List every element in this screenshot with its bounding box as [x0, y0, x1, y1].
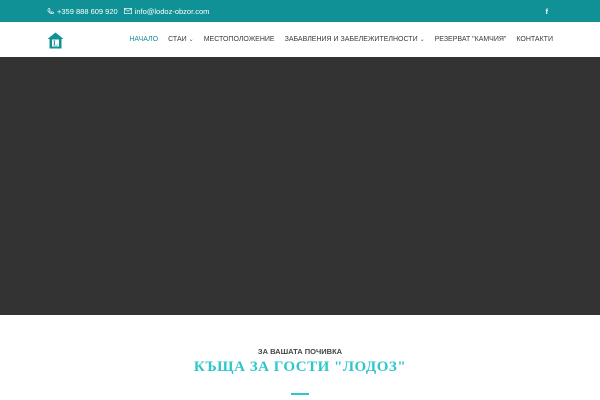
phone-link[interactable]: +359 888 609 920	[47, 7, 118, 16]
phone-icon	[47, 7, 54, 14]
email-address: info@lodoz-obzor.com	[134, 6, 210, 16]
phone-number: +359 888 609 920	[57, 6, 118, 16]
logo-letter: L	[53, 40, 58, 48]
top-bar: +359 888 609 920 info@lodoz-obzor.com f	[0, 0, 600, 22]
envelope-icon	[123, 8, 132, 14]
main-navbar: L НАЧАЛО СТАИ ⌄ МЕСТОПОЛОЖЕНИЕ ЗАБАВЛЕНИ…	[0, 22, 600, 57]
menu-item-location[interactable]: МЕСТОПОЛОЖЕНИЕ	[204, 36, 275, 43]
section-title: КЪЩА ЗА ГОСТИ "ЛОДОЗ"	[193, 359, 407, 375]
chevron-down-icon: ⌄	[419, 37, 425, 43]
menu-item-label: НАЧАЛО	[129, 36, 159, 43]
hero-slider	[0, 57, 600, 315]
social-links: f	[546, 0, 549, 22]
contact-info: +359 888 609 920 info@lodoz-obzor.com	[47, 0, 215, 22]
menu-item-attractions[interactable]: ЗАБАВЛЕНИЯ И ЗАБЕЛЕЖИТЕЛНОСТИ ⌄	[285, 36, 425, 43]
menu-item-label: РЕЗЕРВАТ "КАМЧИЯ"	[434, 36, 507, 43]
intro-section: ЗА ВАШАТА ПОЧИВКА КЪЩА ЗА ГОСТИ "ЛОДОЗ"	[0, 315, 600, 400]
menu-item-label: МЕСТОПОЛОЖЕНИЕ	[203, 36, 275, 43]
email-link[interactable]: info@lodoz-obzor.com	[123, 6, 210, 16]
house-logo-icon[interactable]: L	[47, 32, 64, 49]
facebook-icon[interactable]: f	[546, 7, 549, 16]
chevron-down-icon: ⌄	[188, 37, 194, 43]
menu-item-contacts[interactable]: КОНТАКТИ	[516, 36, 553, 43]
menu-item-label: ЗАБАВЛЕНИЯ И ЗАБЕЛЕЖИТЕЛНОСТИ	[284, 36, 418, 43]
menu-item-rooms[interactable]: СТАИ ⌄	[168, 36, 194, 43]
menu-item-reserve[interactable]: РЕЗЕРВАТ "КАМЧИЯ"	[435, 36, 507, 43]
section-subtitle: ЗА ВАШАТА ПОЧИВКА	[257, 347, 343, 356]
main-menu: НАЧАЛО СТАИ ⌄ МЕСТОПОЛОЖЕНИЕ ЗАБАВЛЕНИЯ …	[119, 22, 553, 57]
menu-item-label: КОНТАКТИ	[516, 36, 553, 43]
title-divider	[291, 393, 309, 395]
menu-item-home[interactable]: НАЧАЛО	[129, 36, 158, 43]
menu-item-label: СТАИ	[168, 36, 187, 43]
